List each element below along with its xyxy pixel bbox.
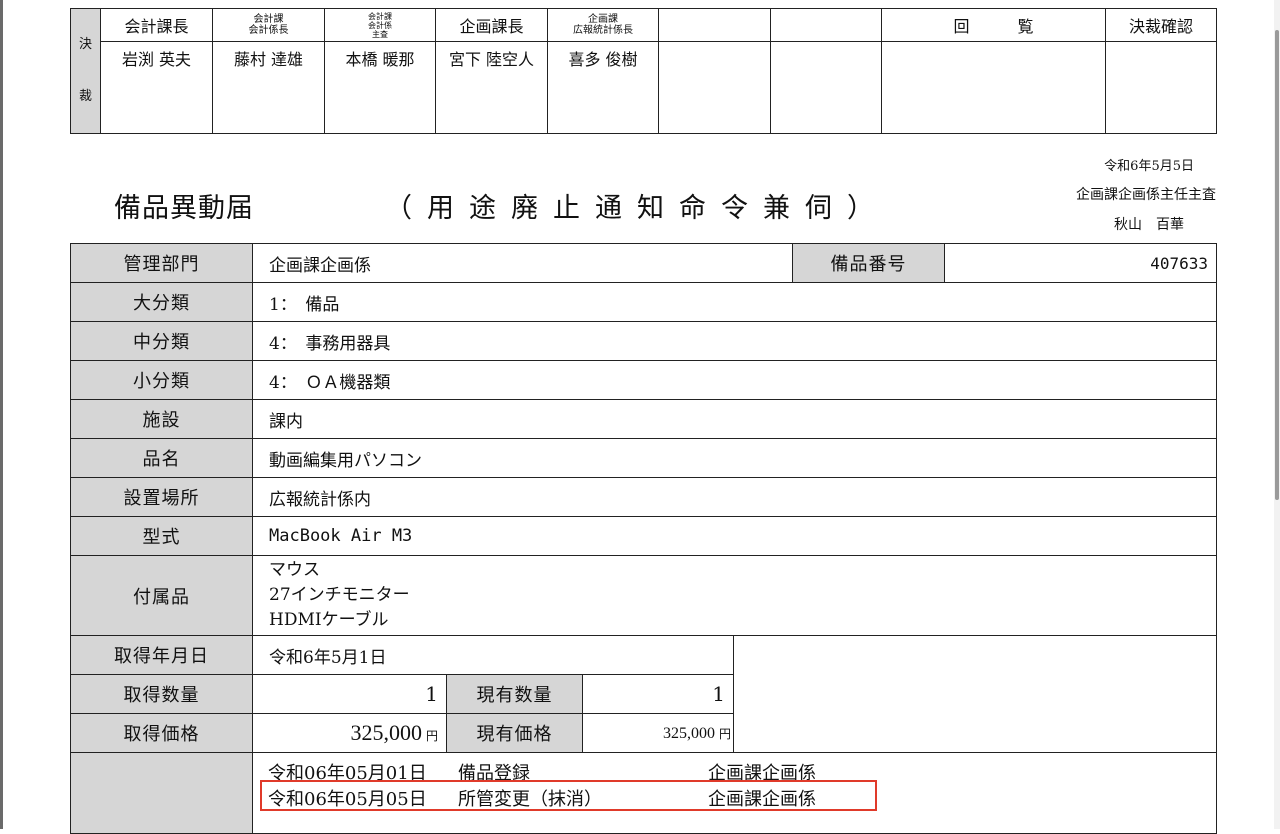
label-item-name: 品名: [70, 438, 253, 478]
row-accessories: 付属品 マウス 27インチモニター HDMIケーブル: [70, 555, 1217, 636]
value-model: MacBook Air M3: [252, 516, 1217, 556]
vertical-scrollbar[interactable]: [1274, 0, 1280, 829]
label-middle-category: 中分類: [70, 321, 253, 361]
approval-header-2: 会計課 会計係長: [212, 8, 325, 42]
equipment-form-table: 管理部門 企画課企画係 備品番号 407633 大分類 1： 備品 中分類 4：…: [70, 243, 1217, 834]
highlight-box: [260, 780, 877, 811]
approval-header-text: 決裁確認: [1128, 17, 1193, 36]
value-item-no: 407633: [944, 243, 1217, 283]
approval-header-text: 会計係長: [248, 25, 289, 36]
label-acq-qty: 取得数量: [70, 674, 253, 714]
approval-header-text: 企画課: [588, 14, 618, 25]
value-cur-price-cell: 325,000 円: [582, 713, 734, 753]
approval-header-text: 企画課長: [459, 17, 524, 36]
approval-header-1: 会計課長: [100, 8, 213, 42]
value-accessories: マウス 27インチモニター HDMIケーブル: [252, 555, 1217, 636]
label-model: 型式: [70, 516, 253, 556]
accessory-item: マウス: [269, 560, 320, 580]
approver-name: [770, 41, 882, 134]
row-facility: 施設 課内: [70, 399, 1217, 439]
row-minor: 小分類 4： ＯＡ機器類: [70, 360, 1217, 400]
kessai-label: 決 裁: [70, 8, 101, 134]
approver-name: [1105, 41, 1217, 134]
row-model: 型式 MacBook Air M3: [70, 516, 1217, 556]
approver-name: [658, 41, 771, 134]
approval-header-text: 主査: [372, 29, 388, 39]
approval-header-text: 回 覧: [953, 17, 1034, 36]
label-major-category: 大分類: [70, 282, 253, 322]
kessai-text: 決 裁: [78, 37, 92, 104]
label-facility: 施設: [70, 399, 253, 439]
label-acq-date: 取得年月日: [70, 635, 253, 675]
approval-header-text: 会計課: [253, 14, 284, 25]
row-acq-date: 取得年月日 令和6年5月1日: [70, 635, 1217, 753]
document-subtitle: （用途廃止通知命令兼伺）: [385, 193, 889, 224]
label-minor-category: 小分類: [70, 360, 253, 400]
label-accessories: 付属品: [70, 555, 253, 636]
yen-unit: 円: [425, 729, 438, 743]
approval-header-text: 会計課長: [124, 17, 189, 36]
window-left-edge: [0, 0, 3, 829]
value-dept: 企画課企画係: [252, 243, 793, 283]
row-dept: 管理部門 企画課企画係 備品番号 407633: [70, 243, 1217, 283]
approval-header-3: 会計課 会計係 主査: [324, 8, 436, 42]
row-middle: 中分類 4： 事務用器具: [70, 321, 1217, 361]
value-acq-price-cell: 325,000 円: [252, 713, 447, 753]
value-major-category: 1： 備品: [252, 282, 1217, 322]
approval-header-text: 会計課: [368, 11, 392, 21]
yen-unit: 円: [718, 727, 731, 741]
approver-name: 宮下 陸空人: [435, 41, 548, 134]
label-dept: 管理部門: [70, 243, 253, 283]
row-item-name: 品名 動画編集用パソコン: [70, 438, 1217, 478]
submitter-dept: 企画課企画係主任主査: [1076, 187, 1216, 203]
value-acq-price: 325,000: [350, 720, 422, 745]
scrollbar-thumb[interactable]: [1275, 30, 1279, 500]
approver-name: 藤村 達雄: [212, 41, 325, 134]
value-cur-price: 325,000: [662, 725, 715, 742]
approval-header-5: 企画課 広報統計係長: [547, 8, 659, 42]
approval-header-circulation: 回 覧: [881, 8, 1106, 42]
approval-header-4: 企画課長: [435, 8, 548, 42]
document-title: 備品異動届: [114, 193, 254, 224]
row-location: 設置場所 広報統計係内: [70, 477, 1217, 517]
approval-header-6: [658, 8, 771, 42]
approval-header-7: [770, 8, 882, 42]
approval-table: 決 裁 会計課長 会計課 会計係長 会計課 会計係 主査 企画課長 企画課 広報統計係長…: [70, 8, 1217, 134]
value-cur-qty: 1: [582, 674, 734, 714]
approver-name: 喜多 俊樹: [547, 41, 659, 134]
approval-header-confirm: 決裁確認: [1105, 8, 1217, 42]
label-item-no: 備品番号: [792, 243, 945, 283]
accessory-item: 27インチモニター: [269, 585, 410, 605]
label-history: [70, 752, 253, 834]
value-minor-category: 4： ＯＡ機器類: [252, 360, 1217, 400]
label-cur-qty: 現有数量: [446, 674, 583, 714]
approver-name: 岩渕 英夫: [100, 41, 213, 134]
label-acq-price: 取得価格: [70, 713, 253, 753]
value-acq-qty: 1: [252, 674, 447, 714]
document-date: 令和6年5月5日: [1104, 159, 1194, 174]
value-middle-category: 4： 事務用器具: [252, 321, 1217, 361]
value-location: 広報統計係内: [252, 477, 1217, 517]
approver-name: [881, 41, 1106, 134]
approver-name: 本橋 暖那: [324, 41, 436, 134]
label-location: 設置場所: [70, 477, 253, 517]
approval-header-text: 広報統計係長: [573, 25, 633, 36]
accessory-item: HDMIケーブル: [269, 610, 389, 630]
approval-header-text: 会計係: [368, 20, 392, 30]
submitter-name: 秋山 百華: [1114, 217, 1184, 233]
value-acq-date: 令和6年5月1日: [252, 635, 734, 675]
value-item-name: 動画編集用パソコン: [252, 438, 1217, 478]
row-major: 大分類 1： 備品: [70, 282, 1217, 322]
blank-area: [733, 635, 1217, 753]
label-cur-price: 現有価格: [446, 713, 583, 753]
value-facility: 課内: [252, 399, 1217, 439]
